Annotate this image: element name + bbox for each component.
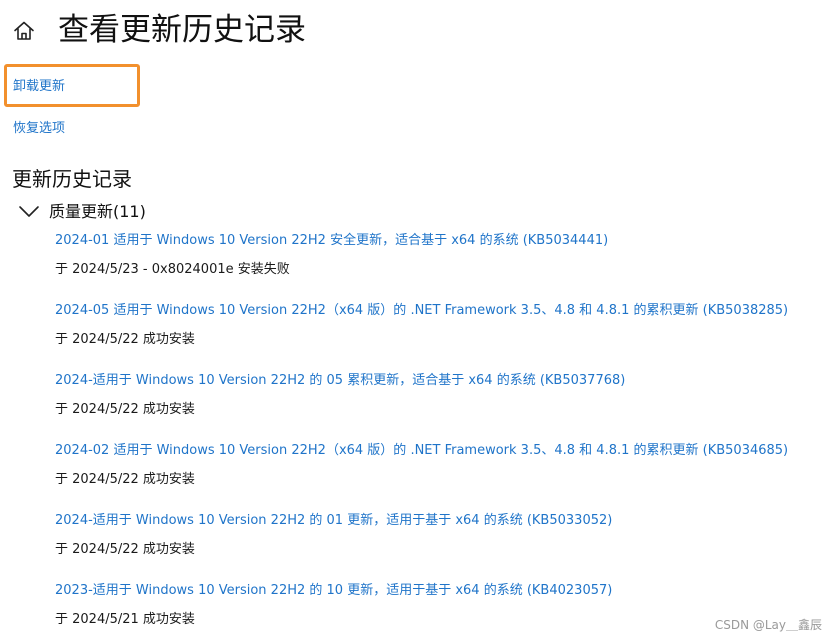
list-item: 2024-适用于 Windows 10 Version 22H2 的 01 更新… [55, 512, 825, 582]
page-title: 查看更新历史记录 [58, 12, 306, 48]
update-title-link[interactable]: 2023-适用于 Windows 10 Version 22H2 的 10 更新… [55, 582, 612, 600]
update-status: 于 2024/5/22 成功安装 [55, 332, 195, 347]
list-item: 2024-01 适用于 Windows 10 Version 22H2 安全更新… [55, 232, 825, 302]
list-item: 2024-适用于 Windows 10 Version 22H2 的 05 累积… [55, 372, 825, 442]
home-icon[interactable] [12, 19, 36, 43]
update-title-link[interactable]: 2024-01 适用于 Windows 10 Version 22H2 安全更新… [55, 232, 608, 250]
quality-updates-group-toggle[interactable]: 质量更新(11) [18, 199, 146, 225]
update-history-heading: 更新历史记录 [12, 167, 132, 191]
update-status: 于 2024/5/22 成功安装 [55, 472, 195, 487]
recovery-options-link[interactable]: 恢复选项 [13, 120, 65, 138]
update-title-link[interactable]: 2024-05 适用于 Windows 10 Version 22H2（x64 … [55, 302, 788, 320]
watermark: CSDN @Lay＿鑫辰 [714, 618, 822, 632]
list-item: 2024-05 适用于 Windows 10 Version 22H2（x64 … [55, 302, 825, 372]
quality-updates-group-label: 质量更新(11) [49, 202, 146, 221]
update-status: 于 2024/5/23 - 0x8024001e 安装失败 [55, 262, 290, 277]
update-title-link[interactable]: 2024-适用于 Windows 10 Version 22H2 的 01 更新… [55, 512, 612, 530]
update-status: 于 2024/5/21 成功安装 [55, 612, 195, 627]
uninstall-updates-link[interactable]: 卸载更新 [13, 78, 65, 96]
chevron-down-icon [19, 206, 39, 217]
update-title-link[interactable]: 2024-02 适用于 Windows 10 Version 22H2（x64 … [55, 442, 788, 460]
update-status: 于 2024/5/22 成功安装 [55, 542, 195, 557]
list-item: 2023-适用于 Windows 10 Version 22H2 的 10 更新… [55, 582, 825, 641]
update-status: 于 2024/5/22 成功安装 [55, 402, 195, 417]
update-title-link[interactable]: 2024-适用于 Windows 10 Version 22H2 的 05 累积… [55, 372, 625, 390]
list-item: 2024-02 适用于 Windows 10 Version 22H2（x64 … [55, 442, 825, 512]
update-list: 2024-01 适用于 Windows 10 Version 22H2 安全更新… [55, 232, 825, 641]
